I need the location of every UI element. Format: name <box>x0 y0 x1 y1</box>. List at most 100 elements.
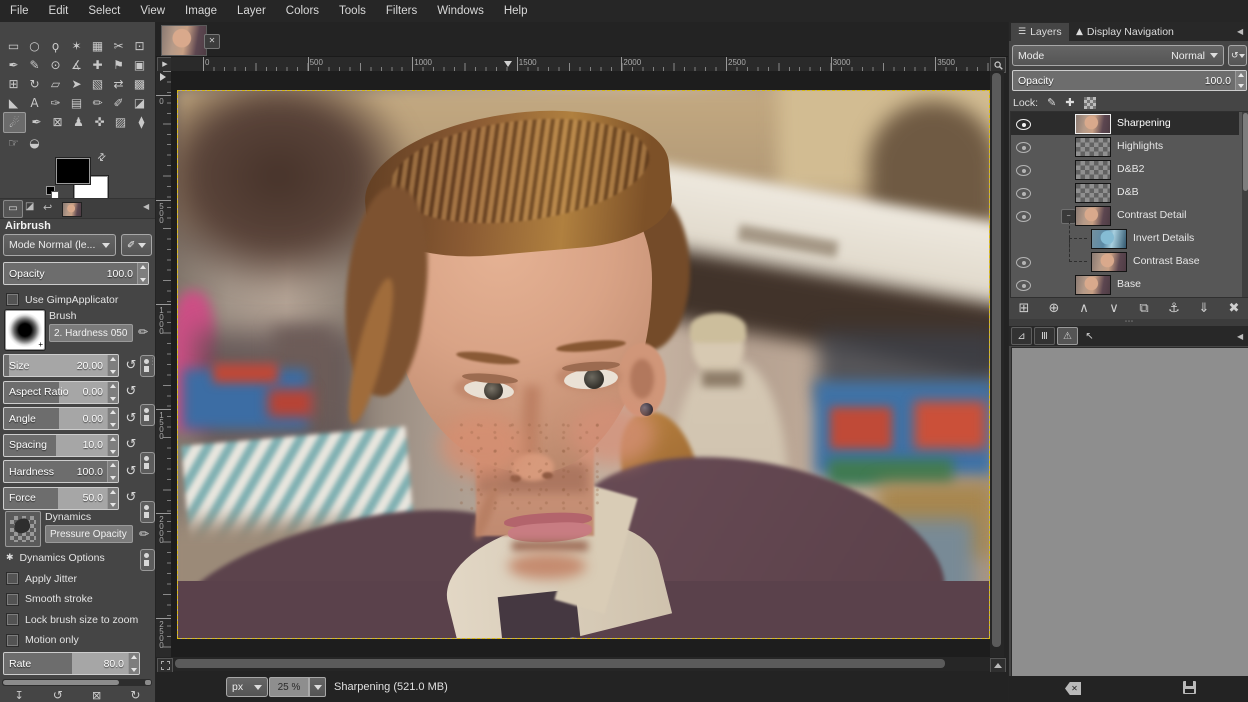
reset-size[interactable]: ↺ <box>124 358 138 372</box>
tool-measure[interactable]: ∡ <box>66 55 87 74</box>
spinner[interactable] <box>107 408 118 429</box>
delete-layer-button[interactable]: ✖ <box>1224 299 1244 317</box>
menu-layer[interactable]: Layer <box>227 0 276 22</box>
tool-align[interactable]: ⚑ <box>108 55 129 74</box>
dynamics-preset-button[interactable]: Pressure Opacity <box>45 525 133 543</box>
tool-pencil[interactable]: ✏ <box>87 93 108 112</box>
lock-brush-size-to-zoom-checkbox[interactable] <box>6 613 19 626</box>
tool-gradient[interactable]: ▤ <box>66 93 87 112</box>
tool-color-picker[interactable]: ✎ <box>24 55 45 74</box>
dock-splitter[interactable]: ⋯ <box>1009 319 1248 326</box>
error-console-body[interactable] <box>1011 347 1248 677</box>
collapse-dock-icon[interactable]: ◀ <box>1237 332 1243 341</box>
tool-handle-transform[interactable]: ▩ <box>129 74 150 93</box>
menu-edit[interactable]: Edit <box>39 0 79 22</box>
visibility-eye-icon[interactable] <box>1016 280 1031 294</box>
layer-row-contrast-detail[interactable]: −Contrast Detail <box>1011 204 1239 227</box>
layer-thumbnail[interactable] <box>1091 229 1127 249</box>
tool-paintbrush[interactable]: ✐ <box>108 93 129 112</box>
tool-options-tab[interactable]: ▭ <box>3 200 23 218</box>
menu-colors[interactable]: Colors <box>276 0 329 22</box>
visibility-eye-icon[interactable] <box>1016 119 1031 133</box>
layer-list-scrollbar[interactable] <box>1242 112 1248 297</box>
vertical-scrollbar[interactable] <box>990 71 1004 657</box>
layer-row-d-b2[interactable]: D&B2 <box>1011 158 1239 181</box>
tool-fuzzy-select[interactable]: ✶ <box>66 36 87 55</box>
tool-text[interactable]: A <box>24 93 45 112</box>
dynamics-thumbnail[interactable] <box>5 511 41 547</box>
brush-thumbnail[interactable]: + <box>5 310 45 350</box>
restore-tool-preset-button[interactable]: ↺ <box>53 688 63 702</box>
spinner[interactable] <box>128 653 139 674</box>
tool-ellipse-select[interactable]: ○ <box>24 36 45 55</box>
close-image-icon[interactable]: ✕ <box>204 34 220 49</box>
lock-position-icon[interactable]: ✚ <box>1065 96 1074 109</box>
reset-angle[interactable]: ↺ <box>124 411 138 425</box>
tool-options-scrollbar[interactable] <box>2 679 152 686</box>
horizontal-scrollbar[interactable] <box>171 657 990 671</box>
layer-mode-combo[interactable]: Mode Normal <box>1012 45 1224 66</box>
save-errors-button[interactable] <box>1183 681 1196 694</box>
brush-preset-button[interactable]: 2. Hardness 050 <box>49 324 133 342</box>
layer-thumbnail[interactable] <box>1075 114 1111 134</box>
layer-row-base[interactable]: Base <box>1011 273 1239 296</box>
brush-edit-icon[interactable]: ✏ <box>138 325 148 339</box>
tool-rectangle-select[interactable]: ▭ <box>3 36 24 55</box>
link-spacing[interactable] <box>140 501 155 523</box>
dynamics-options-expander[interactable]: ✱ Dynamics Options <box>6 552 105 564</box>
layer-thumbnail[interactable] <box>1075 183 1111 203</box>
tool-zoom[interactable]: ⊙ <box>45 55 66 74</box>
tab-layers[interactable]: ☰ Layers <box>1011 23 1069 41</box>
tool-clone[interactable]: ♟ <box>68 112 89 131</box>
spinner[interactable] <box>1235 71 1246 90</box>
tool-rotate[interactable]: ↻ <box>24 74 45 93</box>
slider-force[interactable]: Force50.0 <box>3 487 119 510</box>
unit-combo[interactable]: px <box>226 677 268 697</box>
tool-move[interactable]: ✚ <box>87 55 108 74</box>
layer-thumbnail[interactable] <box>1075 275 1111 295</box>
reset-tool-options-button[interactable]: ↻ <box>130 688 140 702</box>
tool-airbrush[interactable]: ☄ <box>3 112 26 133</box>
tool-heal[interactable]: ✜ <box>89 112 110 131</box>
tool-calligraphy[interactable]: ✒ <box>26 112 47 131</box>
tool-flip[interactable]: ⇄ <box>108 74 129 93</box>
lower-layer-button[interactable]: ∨ <box>1104 299 1124 317</box>
slider-hardness[interactable]: Hardness100.0 <box>3 460 119 483</box>
layer-row-d-b[interactable]: D&B <box>1011 181 1239 204</box>
collapse-dock-icon[interactable]: ◀ <box>143 202 149 211</box>
visibility-eye-icon[interactable] <box>1016 188 1031 202</box>
clear-errors-button[interactable]: ✕ <box>1065 682 1081 695</box>
tool-blur-sharpen[interactable]: ⧫ <box>131 112 152 131</box>
delete-tool-preset-button[interactable]: ⊠ <box>92 689 101 702</box>
lock-alpha-icon[interactable] <box>1084 97 1096 109</box>
layer-thumbnail[interactable] <box>1075 160 1111 180</box>
zoom-combo-button[interactable] <box>309 677 326 697</box>
visibility-eye-icon[interactable] <box>1016 142 1031 156</box>
tool-dodge-burn[interactable]: ◒ <box>24 133 45 152</box>
dynamics-edit-icon[interactable]: ✏ <box>139 527 149 541</box>
rate-slider[interactable]: Rate 80.0 <box>3 652 140 675</box>
tool-perspective-clone[interactable]: ▨ <box>110 112 131 131</box>
canvas-image[interactable] <box>177 90 990 639</box>
tool-free-select[interactable]: ϙ <box>45 36 66 55</box>
error-console-tab[interactable]: ⚠ <box>1057 327 1078 345</box>
merge-down-button[interactable]: ⇓ <box>1194 299 1214 317</box>
menu-help[interactable]: Help <box>494 0 538 22</box>
smooth-stroke-checkbox[interactable] <box>6 593 19 606</box>
raise-layer-button[interactable]: ∧ <box>1074 299 1094 317</box>
spinner[interactable] <box>107 461 118 482</box>
tool-ink[interactable]: ✑ <box>45 93 66 112</box>
tool-3d-transform[interactable]: ▧ <box>87 74 108 93</box>
collapse-dock-icon[interactable]: ◀ <box>1237 27 1243 36</box>
layer-row-sharpening[interactable]: Sharpening <box>1011 112 1239 135</box>
slider-angle[interactable]: Angle0.00 <box>3 407 119 430</box>
pointer-tab[interactable]: ↖ <box>1080 328 1099 344</box>
visibility-eye-icon[interactable] <box>1016 211 1031 225</box>
tool-crop[interactable]: ▣ <box>129 55 150 74</box>
reset-hardness[interactable]: ↺ <box>124 464 138 478</box>
zoom-entry[interactable]: 25 % <box>269 677 309 697</box>
slider-spacing[interactable]: Spacing10.0 <box>3 434 119 457</box>
tool-smudge[interactable]: ☞ <box>3 133 24 152</box>
opacity-slider[interactable]: Opacity 100.0 <box>3 262 149 285</box>
tool-warp-transform[interactable]: ➤ <box>66 74 87 93</box>
